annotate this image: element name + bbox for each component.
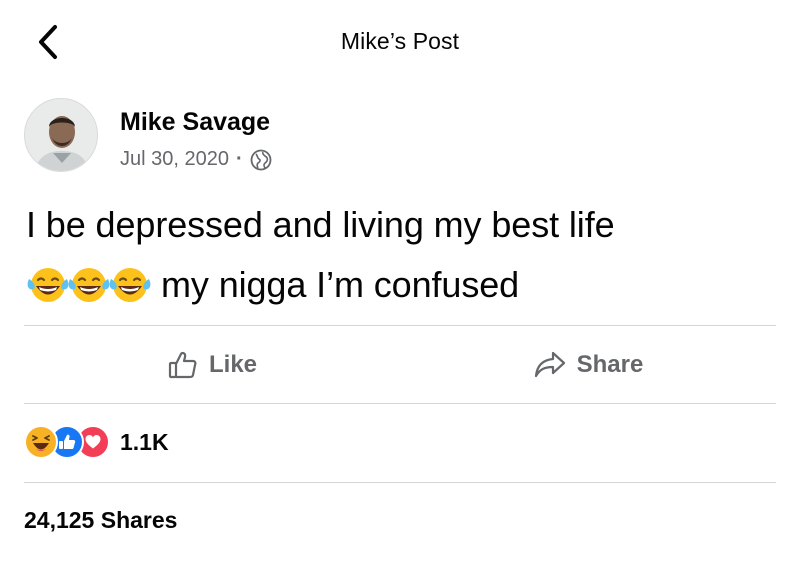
like-label: Like [208,351,258,378]
post-text-line-2-row: my nigga I’m confused [26,255,786,315]
divider-top [24,325,776,326]
top-bar: Mike’s Post [0,0,800,88]
thumbs-up-icon [168,351,197,379]
tears-of-joy-emoji-3 [109,268,151,302]
divider-middle [24,403,776,404]
shares-count[interactable]: 24,125 Shares [24,507,177,534]
tears-of-joy-emoji-2 [68,268,110,302]
globe-icon [250,149,272,170]
page-title: Mike’s Post [340,28,460,54]
post-actions: Like Share [24,327,776,403]
reaction-icons [24,425,110,459]
post-header: Mike Savage Jul 30, 2020 · [24,98,724,178]
post-date[interactable]: Jul 30, 2020 [120,148,229,171]
reaction-count: 1.1K [120,428,169,455]
post-meta: Jul 30, 2020 · [120,148,272,171]
share-label: Share [576,351,644,378]
haha-reaction-icon [24,425,58,459]
emoji-group [26,265,151,305]
tears-of-joy-emoji-1 [27,268,69,302]
author-name[interactable]: Mike Savage [120,108,270,137]
share-button[interactable]: Share [400,327,776,403]
reactions-summary[interactable]: 1.1K [24,420,169,464]
like-button[interactable]: Like [24,327,400,403]
divider-bottom [24,482,776,483]
avatar[interactable] [24,98,98,172]
avatar-photo [25,99,97,171]
post-text-line-2: my nigga I’m confused [161,264,520,305]
meta-separator: · [235,148,243,170]
share-arrow-icon [534,351,565,378]
post-text-line-1: I be depressed and living my best life [26,204,615,245]
post-body: I be depressed and living my best life m… [26,195,786,315]
